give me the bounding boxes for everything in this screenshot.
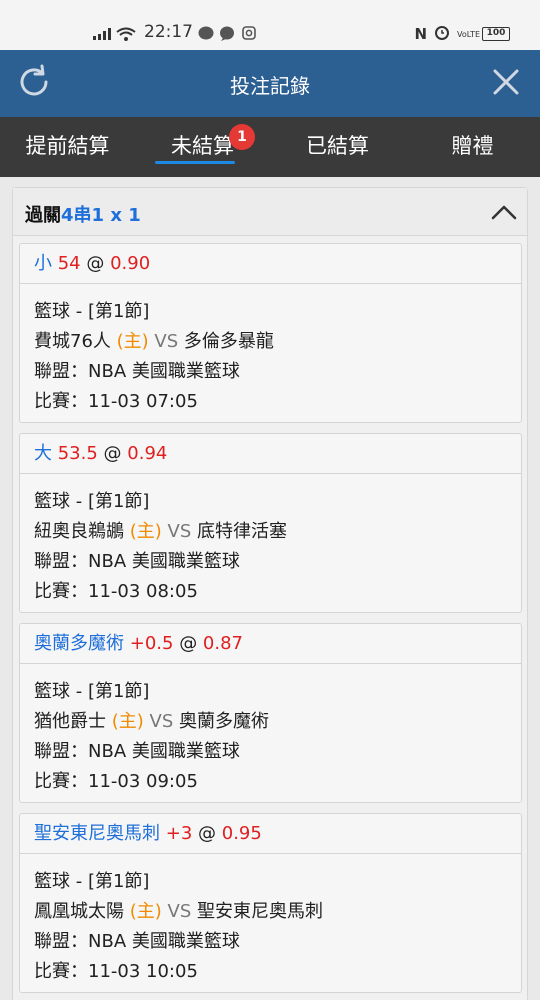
alarm-icon [434,24,450,44]
bet-sport: 籃球 - [第1節] [34,491,150,512]
vs-label: VS [154,331,179,352]
bet-selection: 奧蘭多魔術 +0.5 @ 0.87 [20,624,521,664]
tab-bar: 提前結算 未結算 已結算 贈禮 1 [0,117,540,177]
bet-league: 聯盟：NBA 美國職業籃球 [34,931,240,952]
parlay-type: 4串1 x 1 [61,205,141,226]
away-team: 聖安東尼奧馬刺 [197,901,323,922]
page-title: 投注記錄 [230,74,310,98]
bet-selection: 大 53.5 @ 0.94 [20,434,521,474]
bet-at: @ [103,443,122,464]
signal-wifi-icons [93,26,141,46]
parlay-header[interactable]: 過關4串1 x 1 [13,188,527,236]
vs-label: VS [167,521,192,542]
status-right: N VoLTE 100 [414,24,510,44]
away-team: 底特律活塞 [197,521,287,542]
bet-line: +3 [165,823,193,844]
bet-league: 聯盟：NBA 美國職業籃球 [34,741,240,762]
bet-matchup: 費城76人 (主) VS 多倫多暴龍 [34,327,274,353]
active-tab-indicator [155,161,235,164]
unsettled-count-badge: 1 [229,124,255,150]
bet-league: 聯盟：NBA 美國職業籃球 [34,551,240,572]
away-team: 多倫多暴龍 [183,331,274,352]
app-notification-icons [198,25,258,45]
away-team: 奧蘭多魔術 [179,711,269,732]
vs-label: VS [149,711,174,732]
home-team: 紐奧良鵜鶘 [34,521,124,542]
bet-pick: 小 [34,253,52,274]
parlay-title: 過關4串1 x 1 [25,201,141,227]
home-team: 鳳凰城太陽 [34,901,124,922]
title-bar: 投注記錄 [0,50,540,117]
home-team: 猶他爵士 [34,711,106,732]
status-bar: 22:17 N VoLTE 100 [0,0,540,50]
bet-pick: 大 [34,443,52,464]
bet-line: +0.5 [129,633,174,654]
bet-sport: 籃球 - [第1節] [34,301,150,322]
home-tag: (主) [129,521,162,542]
tab-settled[interactable]: 已結算 [270,117,405,177]
bet-at: @ [86,253,105,274]
bet-pick: 奧蘭多魔術 [34,633,124,654]
parlay-panel: 過關4串1 x 1 小 54 @ 0.90 籃球 - [第1節] 費城76人 (… [12,187,528,1000]
bet-match-time: 比賽：11-03 10:05 [34,961,198,982]
close-icon [493,69,519,95]
bet-at: @ [179,633,198,654]
bet-league: 聯盟：NBA 美國職業籃球 [34,361,240,382]
parlay-label: 過關 [25,205,61,226]
collapse-button[interactable] [489,198,519,226]
bet-match-time: 比賽：11-03 07:05 [34,391,198,412]
bet-match-time: 比賽：11-03 08:05 [34,581,198,602]
bet-selection: 小 54 @ 0.90 [20,244,521,284]
bet-matchup: 猶他爵士 (主) VS 奧蘭多魔術 [34,707,269,733]
home-tag: (主) [111,711,144,732]
bet-match-time: 比賽：11-03 09:05 [34,771,198,792]
bet-line: 53.5 [57,443,98,464]
bet-matchup: 鳳凰城太陽 (主) VS 聖安東尼奧馬刺 [34,897,323,923]
home-team: 費城76人 [34,331,111,352]
bet-sport: 籃球 - [第1節] [34,681,150,702]
close-button[interactable] [486,62,526,102]
tab-early-settle[interactable]: 提前結算 [0,117,135,177]
volte-icon: VoLTE [457,29,481,39]
bet-sport: 籃球 - [第1節] [34,871,150,892]
bet-odds: 0.90 [110,253,151,274]
bet-pick: 聖安東尼奧馬刺 [34,823,160,844]
bet-at: @ [198,823,217,844]
chevron-up-icon [491,205,517,220]
bet-odds: 0.87 [202,633,243,654]
status-time: 22:17 [144,22,193,42]
bet-selection: 聖安東尼奧馬刺 +3 @ 0.95 [20,814,521,854]
bet-card: 奧蘭多魔術 +0.5 @ 0.87 籃球 - [第1節] 猶他爵士 (主) VS… [19,623,522,803]
vs-label: VS [167,901,192,922]
bet-matchup: 紐奧良鵜鶘 (主) VS 底特律活塞 [34,517,287,543]
nfc-icon: N [414,25,427,43]
bet-card: 聖安東尼奧馬刺 +3 @ 0.95 籃球 - [第1節] 鳳凰城太陽 (主) V… [19,813,522,993]
bet-card: 小 54 @ 0.90 籃球 - [第1節] 費城76人 (主) VS 多倫多暴… [19,243,522,423]
home-tag: (主) [129,901,162,922]
bet-odds: 0.94 [127,443,168,464]
battery-icon: 100 [482,27,510,41]
bet-line: 54 [57,253,81,274]
tab-gifts[interactable]: 贈禮 [405,117,540,177]
home-tag: (主) [116,331,149,352]
bet-card: 大 53.5 @ 0.94 籃球 - [第1節] 紐奧良鵜鶘 (主) VS 底特… [19,433,522,613]
bet-odds: 0.95 [221,823,262,844]
